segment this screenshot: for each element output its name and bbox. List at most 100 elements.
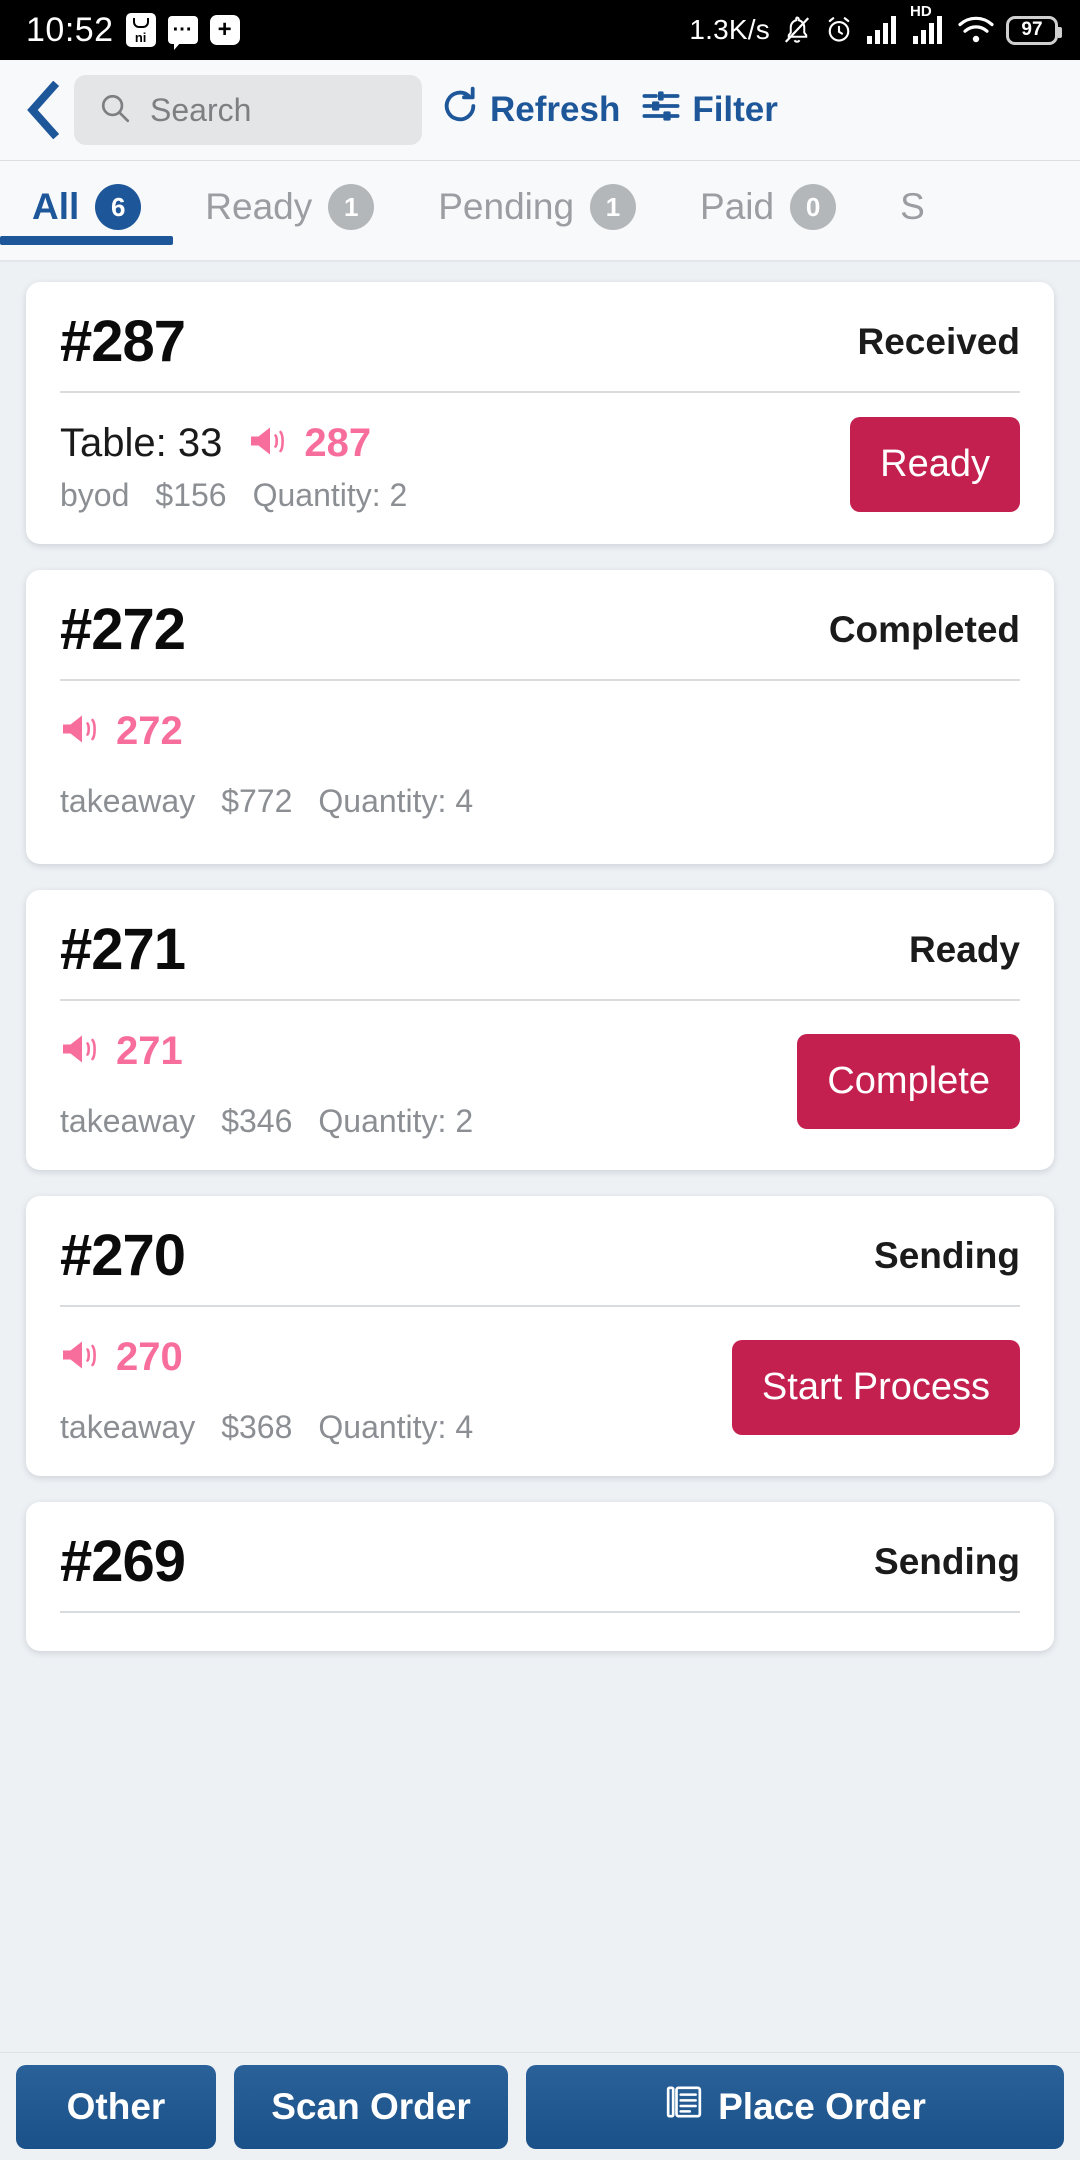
tab-partial-next[interactable]: S xyxy=(868,169,957,245)
filter-sliders-icon xyxy=(640,86,682,135)
tab-ready[interactable]: Ready 1 xyxy=(173,169,406,245)
plus-badge-icon: + xyxy=(209,15,240,45)
status-bar-left: 10:52 ni ··· + xyxy=(26,11,240,50)
card-divider xyxy=(60,1611,1020,1613)
order-price: $772 xyxy=(221,783,293,819)
search-input[interactable]: Search xyxy=(74,75,422,145)
order-card-header: #270 Sending xyxy=(60,1222,1020,1305)
order-list[interactable]: #287 Received Table: 33 287 byod $156 Qu… xyxy=(0,262,1080,2052)
order-details: 271 takeaway $346 Quantity: 2 xyxy=(60,1023,473,1140)
order-details: 272 takeaway $772 Quantity: 4 xyxy=(60,703,473,820)
callout-number: 271 xyxy=(116,1028,183,1073)
order-details: 270 takeaway $368 Quantity: 4 xyxy=(60,1329,473,1446)
tab-paid[interactable]: Paid 0 xyxy=(668,169,868,245)
order-primary-row: 270 xyxy=(60,1329,473,1385)
order-card-header: #272 Completed xyxy=(60,596,1020,679)
order-status: Ready xyxy=(908,928,1020,970)
battery-indicator: 97 xyxy=(1006,15,1062,45)
order-primary-row: Table: 33 287 xyxy=(60,415,407,471)
order-status: Received xyxy=(857,320,1021,362)
tab-label: All xyxy=(32,186,80,227)
filter-button[interactable]: Filter xyxy=(630,74,788,146)
order-quantity: Quantity: 2 xyxy=(318,1103,474,1139)
order-card-header: #271 Ready xyxy=(60,916,1020,999)
card-divider xyxy=(60,391,1020,393)
search-icon xyxy=(98,91,132,130)
order-status: Sending xyxy=(874,1540,1020,1582)
order-card[interactable]: #270 Sending 270 takeaway $368 Quantity: xyxy=(26,1196,1054,1476)
tab-active-underline xyxy=(0,236,174,245)
callout-group[interactable]: 287 xyxy=(248,421,371,466)
callout-group[interactable]: 271 xyxy=(60,1029,183,1074)
refresh-button[interactable]: Refresh xyxy=(430,74,630,146)
search-placeholder: Search xyxy=(150,91,252,128)
other-button[interactable]: Other xyxy=(16,2064,216,2149)
tab-count-badge: 6 xyxy=(95,184,142,230)
order-action-button[interactable]: Start Process xyxy=(731,1340,1020,1435)
place-order-label: Place Order xyxy=(718,2085,926,2127)
tab-count-badge: 1 xyxy=(328,184,375,230)
tab-count-badge: 1 xyxy=(590,184,637,230)
order-price: $156 xyxy=(155,477,227,513)
order-quantity: Quantity: 2 xyxy=(252,477,408,513)
receipt-list-icon xyxy=(664,2082,704,2131)
tab-all[interactable]: All 6 xyxy=(0,169,174,245)
place-order-button[interactable]: Place Order xyxy=(526,2064,1064,2149)
order-card-header: #287 Received xyxy=(60,308,1020,391)
callout-number: 270 xyxy=(116,1334,183,1379)
order-quantity: Quantity: 4 xyxy=(318,1409,474,1445)
order-channel: byod xyxy=(60,477,130,513)
tab-label: S xyxy=(900,186,925,227)
scan-order-button[interactable]: Scan Order xyxy=(234,2064,508,2149)
bell-muted-icon xyxy=(782,14,812,46)
order-price: $368 xyxy=(221,1409,293,1445)
bottom-action-bar: Other Scan Order Place Order xyxy=(0,2052,1080,2160)
order-card-body: 272 takeaway $772 Quantity: 4 xyxy=(60,689,1020,834)
callout-group[interactable]: 272 xyxy=(60,709,183,754)
order-id: #269 xyxy=(60,1529,186,1594)
refresh-label: Refresh xyxy=(490,90,621,129)
callout-group[interactable]: 270 xyxy=(60,1335,183,1380)
order-channel: takeaway xyxy=(60,1103,196,1139)
order-id: #271 xyxy=(60,917,186,982)
chat-bubble-icon: ··· xyxy=(167,16,198,50)
card-divider xyxy=(60,999,1020,1001)
card-divider xyxy=(60,1305,1020,1307)
order-card[interactable]: #271 Ready 271 takeaway $346 Quantity: 2 xyxy=(26,890,1054,1170)
status-tab-bar: All 6 Ready 1 Pending 1 Paid 0 S xyxy=(0,160,1080,260)
card-divider xyxy=(60,679,1020,681)
tab-count-badge: 0 xyxy=(790,184,837,230)
order-channel: takeaway xyxy=(60,783,196,819)
order-meta: takeaway $368 Quantity: 4 xyxy=(60,1409,473,1446)
order-status: Sending xyxy=(874,1234,1020,1276)
status-time: 10:52 xyxy=(26,11,114,49)
megaphone-icon xyxy=(60,712,104,751)
order-card[interactable]: #269 Sending xyxy=(26,1502,1054,1651)
order-meta: takeaway $772 Quantity: 4 xyxy=(60,783,473,820)
order-primary-row: 271 xyxy=(60,1023,473,1079)
mi-logo-icon: ni xyxy=(125,13,156,47)
order-card[interactable]: #287 Received Table: 33 287 byod $156 Qu… xyxy=(26,282,1054,544)
order-meta: byod $156 Quantity: 2 xyxy=(60,477,407,514)
order-meta: takeaway $346 Quantity: 2 xyxy=(60,1103,473,1140)
order-card-header: #269 Sending xyxy=(60,1528,1020,1611)
callout-number: 272 xyxy=(116,708,183,753)
back-chevron-icon[interactable] xyxy=(12,74,74,146)
order-card-body: 270 takeaway $368 Quantity: 4 Start Proc… xyxy=(60,1315,1020,1446)
megaphone-icon xyxy=(60,1032,104,1071)
tab-label: Pending xyxy=(438,186,575,227)
hd-signal-bars-icon: HD xyxy=(910,3,946,45)
order-card[interactable]: #272 Completed 272 takeaway $772 Quantit xyxy=(26,570,1054,864)
network-speed: 1.3K/s xyxy=(689,14,770,45)
filter-label: Filter xyxy=(692,90,778,129)
order-quantity: Quantity: 4 xyxy=(318,783,474,819)
tab-label: Paid xyxy=(700,186,775,227)
order-primary-row: 272 xyxy=(60,703,473,759)
order-details: Table: 33 287 byod $156 Quantity: 2 xyxy=(60,415,407,514)
tab-pending[interactable]: Pending 1 xyxy=(406,169,668,245)
alarm-clock-icon xyxy=(824,15,854,45)
order-action-button[interactable]: Complete xyxy=(797,1034,1020,1129)
megaphone-icon xyxy=(60,1338,104,1377)
order-action-button[interactable]: Ready xyxy=(850,417,1020,512)
megaphone-icon xyxy=(248,424,292,463)
